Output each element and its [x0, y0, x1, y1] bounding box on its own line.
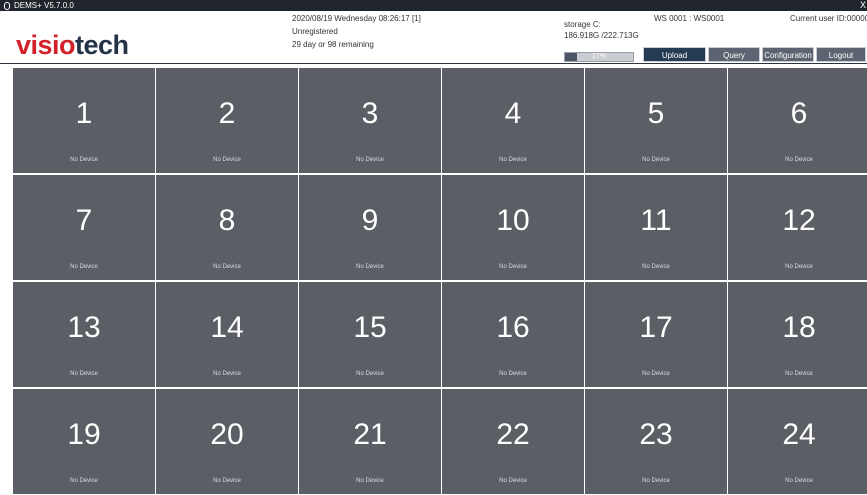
tile-status: No Device [785, 478, 813, 484]
window-title: DEMS+ V5.7.0.0 [14, 1, 74, 10]
storage-label: storage C: [564, 20, 601, 29]
workstation-label: WS 0001 : WS0001 [654, 14, 725, 23]
tile-number: 10 [496, 204, 530, 237]
tile-number: 19 [67, 418, 101, 451]
tile-status: No Device [356, 157, 384, 163]
device-tile[interactable]: 12 No Device [728, 175, 867, 280]
current-user-label: Current user ID:000000 [790, 14, 867, 23]
datetime-label: 2020/08/19 Wednesday 08:26:17 [1] [292, 14, 421, 23]
tile-number: 21 [353, 418, 387, 451]
device-tile[interactable]: 3 No Device [299, 68, 441, 173]
logo: visiotech [16, 31, 129, 59]
tile-status: No Device [642, 371, 670, 377]
tile-status: No Device [499, 478, 527, 484]
tile-number: 6 [790, 97, 808, 130]
device-tile[interactable]: 19 No Device [13, 389, 155, 494]
tile-number: 2 [218, 97, 236, 130]
tile-number: 20 [210, 418, 244, 451]
tile-number: 24 [782, 418, 816, 451]
tile-status: No Device [785, 371, 813, 377]
device-tile[interactable]: 1 No Device [13, 68, 155, 173]
close-icon[interactable]: X [860, 0, 866, 11]
tile-status: No Device [213, 371, 241, 377]
window-titlebar: DEMS+ V5.7.0.0 X [0, 0, 867, 11]
logout-button[interactable]: Logout [816, 47, 866, 62]
tile-number: 15 [353, 311, 387, 344]
tile-number: 5 [647, 97, 665, 130]
storage-progress-bar: 17% [564, 52, 634, 62]
tile-status: No Device [70, 478, 98, 484]
tile-number: 4 [504, 97, 522, 130]
tile-number: 14 [210, 311, 244, 344]
device-tile[interactable]: 13 No Device [13, 282, 155, 387]
tile-status: No Device [785, 157, 813, 163]
tile-status: No Device [213, 478, 241, 484]
query-button[interactable]: Query [708, 47, 760, 62]
tile-status: No Device [70, 264, 98, 270]
device-tile[interactable]: 14 No Device [156, 282, 298, 387]
device-tile[interactable]: 9 No Device [299, 175, 441, 280]
device-tile[interactable]: 8 No Device [156, 175, 298, 280]
tile-status: No Device [356, 478, 384, 484]
tile-status: No Device [642, 157, 670, 163]
tile-number: 16 [496, 311, 530, 344]
logo-part-visio: visio [16, 30, 76, 60]
device-tile[interactable]: 22 No Device [442, 389, 584, 494]
tile-status: No Device [642, 478, 670, 484]
remaining-label: 29 day or 98 remaining [292, 40, 374, 49]
tile-status: No Device [356, 371, 384, 377]
tile-number: 8 [218, 204, 236, 237]
tile-number: 13 [67, 311, 101, 344]
storage-usage: 186.918G /222.713G [564, 31, 639, 40]
tile-status: No Device [785, 264, 813, 270]
tile-number: 22 [496, 418, 530, 451]
device-tile[interactable]: 23 No Device [585, 389, 727, 494]
tile-status: No Device [356, 264, 384, 270]
tile-number: 23 [639, 418, 673, 451]
tile-number: 12 [782, 204, 816, 237]
tile-number: 9 [361, 204, 379, 237]
device-grid: 1 No Device 2 No Device 3 No Device 4 No Dev… [0, 64, 867, 495]
device-tile[interactable]: 18 No Device [728, 282, 867, 387]
tile-number: 1 [75, 97, 93, 130]
registration-status: Unregistered [292, 27, 338, 36]
tile-status: No Device [70, 157, 98, 163]
device-tile[interactable]: 21 No Device [299, 389, 441, 494]
tile-number: 7 [75, 204, 93, 237]
tile-status: No Device [499, 371, 527, 377]
device-tile[interactable]: 2 No Device [156, 68, 298, 173]
device-tile[interactable]: 15 No Device [299, 282, 441, 387]
device-tile[interactable]: 7 No Device [13, 175, 155, 280]
device-tile[interactable]: 17 No Device [585, 282, 727, 387]
device-tile[interactable]: 4 No Device [442, 68, 584, 173]
device-tile[interactable]: 24 No Device [728, 389, 867, 494]
tile-number: 17 [639, 311, 673, 344]
tile-number: 11 [640, 204, 672, 237]
tile-status: No Device [499, 264, 527, 270]
device-tile[interactable]: 5 No Device [585, 68, 727, 173]
configuration-button[interactable]: Configuration [762, 47, 814, 62]
device-tile[interactable]: 11 No Device [585, 175, 727, 280]
logo-part-tech: tech [75, 30, 129, 60]
device-tile[interactable]: 10 No Device [442, 175, 584, 280]
device-tile[interactable]: 6 No Device [728, 68, 867, 173]
storage-percent: 17% [591, 53, 606, 60]
device-tile[interactable]: 16 No Device [442, 282, 584, 387]
tile-status: No Device [70, 371, 98, 377]
upload-button[interactable]: Upload [643, 47, 706, 62]
tile-number: 3 [361, 97, 379, 130]
app-icon [4, 2, 10, 10]
tile-status: No Device [642, 264, 670, 270]
tile-status: No Device [213, 264, 241, 270]
device-tile[interactable]: 20 No Device [156, 389, 298, 494]
tile-number: 18 [782, 311, 816, 344]
tile-status: No Device [213, 157, 241, 163]
tile-status: No Device [499, 157, 527, 163]
